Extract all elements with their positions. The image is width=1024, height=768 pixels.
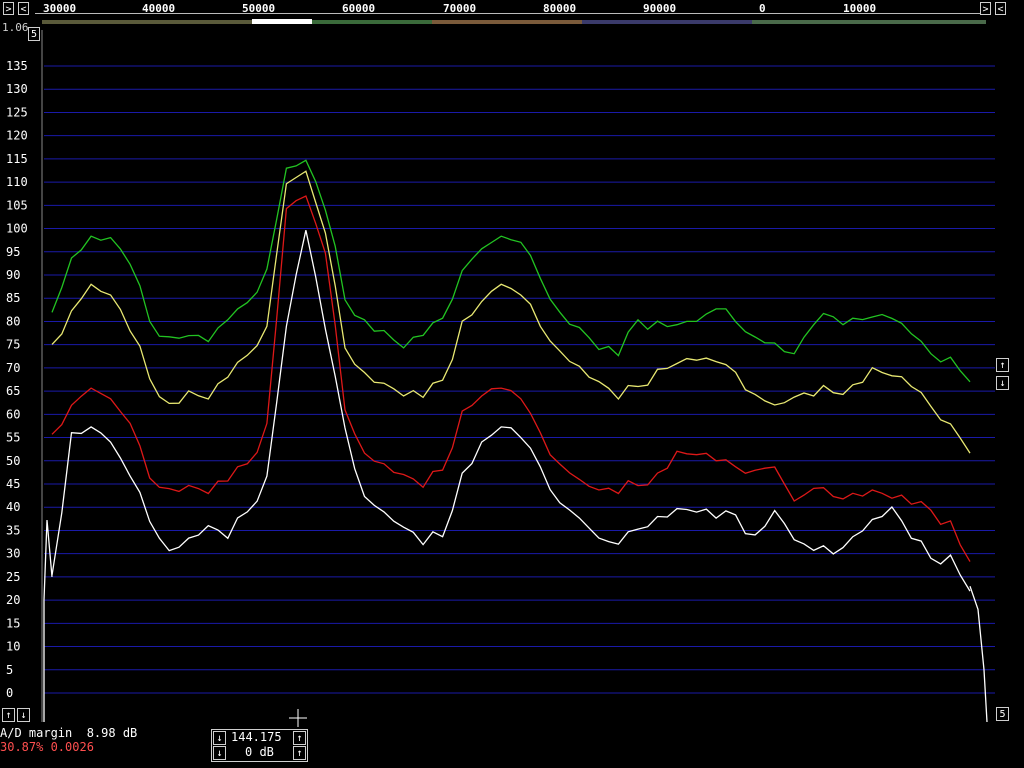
right-up-button[interactable]: ↑ bbox=[996, 358, 1009, 372]
y-tick-label: 80 bbox=[6, 314, 20, 328]
spectrum-edge-rolloff bbox=[43, 519, 988, 723]
y-tick-label: 85 bbox=[6, 291, 20, 305]
y-tick-label: 100 bbox=[6, 222, 28, 236]
spectrum-series-line bbox=[51, 230, 971, 592]
level-down-button[interactable]: ↓ bbox=[17, 708, 30, 722]
spectrum-plot: 1351301251201151101051009590858075706560… bbox=[6, 30, 995, 727]
ad-margin-text: A/D margin 8.98 dB bbox=[0, 726, 138, 740]
y-tick-label: 135 bbox=[6, 59, 28, 73]
right-step-button[interactable]: 5 bbox=[996, 707, 1009, 721]
y-tick-label: 35 bbox=[6, 523, 20, 537]
y-tick-label: 60 bbox=[6, 407, 20, 421]
y-tick-label: 0 bbox=[6, 686, 13, 700]
gain-value[interactable]: 0 dB bbox=[245, 745, 274, 759]
y-tick-label: 125 bbox=[6, 105, 28, 119]
y-tick-label: 90 bbox=[6, 268, 20, 282]
y-tick-label: 30 bbox=[6, 547, 20, 561]
freq-down-button[interactable]: ↓ bbox=[213, 731, 226, 745]
y-tick-label: 70 bbox=[6, 361, 20, 375]
spectrum-series-line bbox=[51, 159, 971, 383]
y-tick-label: 105 bbox=[6, 198, 28, 212]
spectrum-series-line bbox=[51, 170, 971, 454]
y-tick-label: 130 bbox=[6, 82, 28, 96]
y-tick-label: 75 bbox=[6, 338, 20, 352]
y-tick-label: 115 bbox=[6, 152, 28, 166]
y-tick-label: 25 bbox=[6, 570, 20, 584]
y-tick-label: 5 bbox=[6, 663, 13, 677]
y-tick-label: 120 bbox=[6, 129, 28, 143]
gain-down-button[interactable]: ↓ bbox=[213, 746, 226, 760]
freq-value[interactable]: 144.175 bbox=[231, 730, 282, 744]
y-tick-label: 55 bbox=[6, 431, 20, 445]
gain-up-button[interactable]: ↑ bbox=[293, 746, 306, 760]
y-tick-label: 10 bbox=[6, 640, 20, 654]
y-tick-label: 65 bbox=[6, 384, 20, 398]
y-tick-label: 110 bbox=[6, 175, 28, 189]
freq-up-button[interactable]: ↑ bbox=[293, 731, 306, 745]
percent-text: 30.87% 0.0026 bbox=[0, 740, 94, 754]
level-up-button[interactable]: ↑ bbox=[2, 708, 15, 722]
y-tick-label: 50 bbox=[6, 454, 20, 468]
y-tick-label: 95 bbox=[6, 245, 20, 259]
y-tick-label: 20 bbox=[6, 593, 20, 607]
right-down-button[interactable]: ↓ bbox=[996, 376, 1009, 390]
y-tick-label: 40 bbox=[6, 500, 20, 514]
y-tick-label: 45 bbox=[6, 477, 20, 491]
y-tick-label: 15 bbox=[6, 616, 20, 630]
